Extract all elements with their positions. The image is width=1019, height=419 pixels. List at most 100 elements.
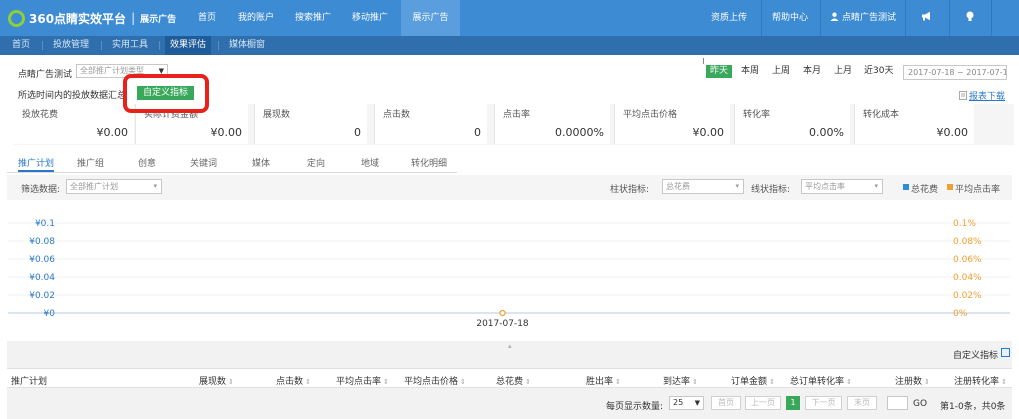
column-header-text: 总订单转化率 bbox=[790, 377, 845, 387]
metric-card: 平均点击价格 ¥0.00 bbox=[614, 104, 730, 144]
date-range-picker[interactable]: 2017-07-18 ~ 2017-07-18 bbox=[903, 65, 1007, 80]
subnav-tools[interactable]: 实用工具 bbox=[112, 36, 148, 55]
metric-value: ¥0.00 bbox=[96, 126, 129, 139]
tab-region[interactable]: 地域 bbox=[361, 156, 379, 172]
tab-targeting[interactable]: 定向 bbox=[307, 156, 325, 172]
subnav-divider bbox=[218, 41, 219, 50]
period-last-week[interactable]: 上周 bbox=[772, 65, 790, 78]
tab-ad-group[interactable]: 推广组 bbox=[77, 156, 104, 172]
report-download-link[interactable]: 报表下载 bbox=[959, 89, 1005, 102]
tab-conversion-detail[interactable]: 转化明细 bbox=[411, 156, 447, 172]
announcement-button[interactable] bbox=[921, 0, 933, 36]
metric-label: 平均点击价格 bbox=[623, 110, 678, 120]
right-tick-label: 0.04% bbox=[953, 273, 982, 283]
pager-first-button[interactable]: 首页 bbox=[711, 396, 741, 410]
period-yesterday[interactable]: 昨天 bbox=[706, 65, 733, 78]
column-header-text: 点击数 bbox=[276, 377, 304, 387]
edit-icon[interactable] bbox=[1001, 348, 1010, 357]
period-this-month[interactable]: 本月 bbox=[803, 65, 821, 78]
bar-metric-label: 柱状指标: bbox=[610, 185, 650, 195]
resize-handle-icon[interactable]: ▴ bbox=[508, 342, 512, 350]
table-custom-metrics-link[interactable]: 自定义指标 bbox=[953, 348, 998, 361]
pager-prev-button[interactable]: 上一页 bbox=[745, 396, 781, 410]
topnav-display-ads[interactable]: 展示广告 bbox=[401, 0, 460, 36]
sort-icon: ⇕ bbox=[383, 378, 389, 386]
right-tick-label: 0.02% bbox=[953, 291, 982, 301]
left-tick-label: ¥0.08 bbox=[29, 237, 55, 247]
per-page-value: 25 bbox=[673, 398, 684, 407]
pager-go-button[interactable]: GO bbox=[913, 399, 927, 409]
pager-current-page[interactable]: 1 bbox=[786, 396, 800, 410]
topnav-mobile-promotion[interactable]: 移动推广 bbox=[345, 0, 395, 36]
tab-keyword[interactable]: 关键词 bbox=[190, 156, 217, 172]
left-tick-label: ¥0.02 bbox=[29, 291, 55, 301]
legend-total-cost: 总花费 bbox=[911, 185, 939, 195]
sort-icon: ⇕ bbox=[525, 378, 531, 386]
metric-value: ¥0.00 bbox=[210, 126, 243, 139]
metric-label: 转化成本 bbox=[863, 110, 900, 120]
column-header-clicks[interactable]: 点击数 ⇕ bbox=[276, 374, 311, 387]
top-navigation-bar: 360点睛实效平台 | 展示广告 首页 我的账户 搜索推广 移动推广 展示广告 … bbox=[0, 0, 1019, 36]
column-header-avg-cpc[interactable]: 平均点击价格 ⇕ bbox=[404, 374, 466, 387]
column-header-registrations[interactable]: 注册数 ⇕ bbox=[895, 374, 930, 387]
tips-button[interactable] bbox=[966, 0, 974, 36]
topnav-search-promotion[interactable]: 搜索推广 bbox=[287, 0, 339, 36]
top-divider bbox=[761, 0, 762, 36]
qualification-upload-link[interactable]: 资质上传 bbox=[711, 0, 747, 36]
period-this-week[interactable]: 本周 bbox=[741, 65, 759, 78]
column-header-win-rate[interactable]: 胜出率 ⇕ bbox=[586, 374, 621, 387]
subnav-home[interactable]: 首页 bbox=[12, 36, 30, 55]
metric-card: 点击数 0 bbox=[374, 104, 487, 144]
x-tick-label: 2017-07-18 bbox=[476, 319, 529, 329]
help-center-link[interactable]: 帮助中心 bbox=[772, 0, 808, 36]
column-header-order-conversion[interactable]: 总订单转化率 ⇕ bbox=[790, 374, 852, 387]
point-avg-ctr[interactable] bbox=[499, 309, 506, 317]
per-page-select[interactable]: 25 ▼ bbox=[669, 396, 704, 410]
bar-metric-select-value: 总花费 bbox=[666, 182, 690, 191]
logo-separator: | bbox=[131, 11, 136, 25]
column-header-text: 注册数 bbox=[895, 377, 923, 387]
line-metric-label: 线状指标: bbox=[751, 185, 791, 195]
sort-icon: ⇕ bbox=[615, 378, 621, 386]
left-tick-label: ¥0.06 bbox=[29, 255, 55, 265]
period-last-30-days[interactable]: 近30天 bbox=[864, 65, 893, 78]
topnav-my-account[interactable]: 我的账户 bbox=[231, 0, 281, 36]
sort-icon: ⇕ bbox=[692, 378, 698, 386]
column-header-avg-ctr[interactable]: 平均点击率 ⇕ bbox=[336, 374, 389, 387]
tab-campaign[interactable]: 推广计划 bbox=[18, 156, 55, 172]
legend-avg-ctr: 平均点击率 bbox=[955, 185, 1001, 195]
column-header-registration-rate[interactable]: 注册转化率 ⇕ bbox=[954, 374, 1007, 387]
left-axis: ¥0.1 ¥0.08 ¥0.06 ¥0.04 ¥0.02 ¥0 bbox=[29, 219, 55, 319]
tab-creative[interactable]: 创意 bbox=[138, 156, 156, 172]
pager-next-button[interactable]: 下一页 bbox=[805, 396, 842, 410]
pager-last-button[interactable]: 末页 bbox=[847, 396, 877, 410]
dropdown-arrow-icon: ▾ bbox=[735, 182, 739, 190]
metric-card: 转化率 0.00% bbox=[734, 104, 850, 144]
column-header-campaign[interactable]: 推广计划 bbox=[11, 374, 47, 387]
subnav-media-showcase[interactable]: 媒体橱窗 bbox=[229, 36, 265, 55]
metric-label: 展现数 bbox=[263, 110, 291, 120]
filter-data-label: 筛选数据: bbox=[21, 185, 61, 195]
topnav-home[interactable]: 首页 bbox=[189, 0, 225, 36]
column-header-arrival-rate[interactable]: 到达率 ⇕ bbox=[663, 374, 698, 387]
brand-logo[interactable]: 360点睛实效平台 | 展示广告 bbox=[8, 9, 176, 27]
period-last-month[interactable]: 上月 bbox=[834, 65, 852, 78]
tab-media[interactable]: 媒体 bbox=[252, 156, 270, 172]
subnav-delivery-management[interactable]: 投放管理 bbox=[53, 36, 89, 55]
cursor-marker bbox=[703, 58, 704, 64]
column-header-order-amount[interactable]: 订单金额 ⇕ bbox=[731, 374, 775, 387]
page-jump-input[interactable] bbox=[887, 396, 908, 410]
filter-data-select[interactable]: 全部推广计划 ▾ bbox=[66, 179, 162, 194]
legend-swatch-avg-ctr bbox=[947, 184, 953, 190]
subnav-effect-evaluation[interactable]: 效果评估 bbox=[165, 36, 212, 55]
user-menu[interactable]: 点睛广告测试 bbox=[830, 0, 896, 36]
metric-label: 点击率 bbox=[503, 110, 531, 120]
logo-icon bbox=[8, 9, 25, 27]
column-header-total-cost[interactable]: 总花费 ⇕ bbox=[496, 374, 531, 387]
bar-metric-select[interactable]: 总花费 ▾ bbox=[662, 179, 744, 194]
sort-icon: ⇕ bbox=[769, 378, 775, 386]
line-metric-select[interactable]: 平均点击率 ▾ bbox=[801, 179, 883, 194]
column-header-text: 展现数 bbox=[199, 377, 227, 387]
per-page-label: 每页显示数量: bbox=[606, 402, 664, 412]
column-header-impressions[interactable]: 展现数 ⇕ bbox=[199, 374, 234, 387]
